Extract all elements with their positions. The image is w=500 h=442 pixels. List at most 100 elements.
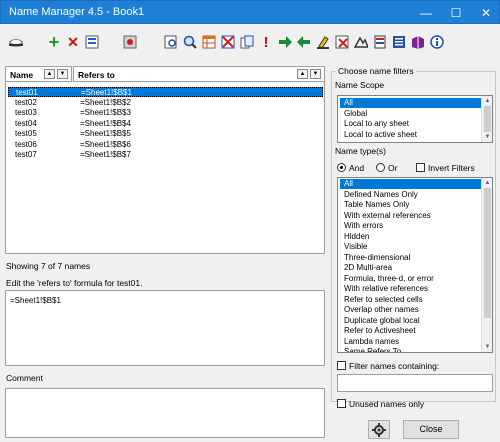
scroll-thumb[interactable] bbox=[484, 106, 491, 132]
sort-up-icon[interactable]: ▲ bbox=[297, 69, 308, 79]
scope-label: Name Scope bbox=[335, 80, 385, 90]
refers-to-cell: =Sheet1!$B$7 bbox=[80, 150, 131, 159]
scroll-up-icon[interactable]: ▲ bbox=[482, 178, 492, 188]
list-item[interactable]: Visible bbox=[340, 242, 481, 252]
sort-up-icon[interactable]: ▲ bbox=[44, 69, 55, 79]
toolbar: + ✕ ! bbox=[0, 24, 500, 64]
close-button[interactable]: Close bbox=[403, 420, 459, 439]
list-item[interactable]: Global bbox=[340, 109, 481, 119]
unused-names-label: Unused names only bbox=[349, 399, 425, 409]
title-bar: Name Manager 4.5 - Book1 — ☐ ✕ bbox=[0, 0, 500, 24]
info-icon[interactable] bbox=[427, 32, 447, 52]
arrow-left-icon[interactable] bbox=[294, 32, 314, 52]
scroll-up-icon[interactable]: ▲ bbox=[482, 96, 493, 106]
book-icon[interactable] bbox=[408, 32, 428, 52]
list-item[interactable]: Local to any sheet bbox=[340, 119, 481, 129]
list-item[interactable]: With external references bbox=[340, 211, 481, 221]
list-item[interactable]: Duplicate global local bbox=[340, 316, 481, 326]
gear-icon bbox=[372, 423, 386, 437]
showing-count: Showing 7 of 7 names bbox=[6, 261, 91, 271]
table-row[interactable]: test06 =Sheet1!$B$6 bbox=[8, 140, 323, 150]
scroll-down-icon[interactable]: ▼ bbox=[482, 342, 492, 352]
grid-x-icon[interactable] bbox=[218, 32, 238, 52]
filter-containing-checkbox[interactable] bbox=[337, 361, 346, 370]
refers-to-cell: =Sheet1!$B$6 bbox=[80, 139, 131, 149]
list-item[interactable]: Hidden bbox=[340, 232, 481, 242]
or-radio[interactable] bbox=[376, 163, 385, 172]
scope-scrollbar[interactable]: ▲ ▼ bbox=[481, 96, 492, 142]
list-item[interactable]: Three-dimensional bbox=[340, 253, 481, 263]
list-item[interactable]: Same Refers To bbox=[340, 347, 481, 352]
refers-to-cell: =Sheet1!$B$1 bbox=[81, 88, 132, 97]
table-row[interactable]: test01 =Sheet1!$B$1 bbox=[8, 87, 323, 97]
table-row[interactable]: test07 =Sheet1!$B$7 bbox=[8, 150, 323, 160]
list-item[interactable]: All bbox=[340, 179, 481, 189]
table-row[interactable]: test02 =Sheet1!$B$2 bbox=[8, 98, 323, 108]
scope-list[interactable]: ▲ ▼ All Global Local to any sheet Local to … bbox=[337, 95, 493, 143]
eye-glasses-icon[interactable] bbox=[6, 32, 26, 52]
scroll-thumb[interactable] bbox=[484, 188, 491, 318]
bug-icon[interactable] bbox=[120, 32, 140, 52]
chart-icon[interactable] bbox=[351, 32, 371, 52]
list-item[interactable]: Refer to selected cells bbox=[340, 295, 481, 305]
close-window-button[interactable]: ✕ bbox=[471, 1, 500, 25]
list-item[interactable]: Formula, three-d, or error bbox=[340, 274, 481, 284]
types-list[interactable]: ▲ ▼ All Defined Names Only Table Names Onl… bbox=[337, 177, 493, 353]
name-cell: test07 bbox=[15, 150, 37, 159]
names-list[interactable]: test01 =Sheet1!$B$1 test02 =Sheet1!$B$2 test… bbox=[5, 82, 325, 254]
list-item[interactable]: Lambda names bbox=[340, 337, 481, 347]
and-radio[interactable] bbox=[337, 163, 346, 172]
refers-to-cell: =Sheet1!$B$5 bbox=[80, 129, 131, 138]
column-header-name-label: Name bbox=[10, 70, 34, 80]
table-row[interactable]: test04 =Sheet1!$B$4 bbox=[8, 119, 323, 129]
copy-icon[interactable] bbox=[237, 32, 257, 52]
list-item[interactable]: With relative references bbox=[340, 284, 481, 294]
refers-to-value: =Sheet1!$B$1 bbox=[10, 296, 61, 305]
refers-to-editor[interactable]: =Sheet1!$B$1 bbox=[5, 290, 325, 366]
column-header-refers[interactable]: Refers to ▲ ▼ bbox=[73, 66, 325, 82]
name-cell: test02 bbox=[15, 97, 37, 107]
list-item[interactable]: Table Names Only bbox=[340, 200, 481, 210]
arrow-right-icon[interactable] bbox=[275, 32, 295, 52]
list-item[interactable]: Refer to Activesheet bbox=[340, 326, 481, 336]
comment-field[interactable] bbox=[5, 388, 325, 438]
name-cell: test05 bbox=[15, 129, 37, 138]
table-icon[interactable] bbox=[199, 32, 219, 52]
sort-down-icon[interactable]: ▼ bbox=[57, 69, 68, 79]
column-header-name[interactable]: Name ▲ ▼ bbox=[5, 66, 72, 82]
highlighter-icon[interactable] bbox=[313, 32, 333, 52]
refers-to-cell: =Sheet1!$B$4 bbox=[80, 118, 131, 128]
scroll-down-icon[interactable]: ▼ bbox=[482, 132, 493, 142]
filter-containing-input[interactable] bbox=[337, 374, 493, 392]
unused-names-checkbox[interactable] bbox=[337, 399, 346, 408]
list-item[interactable]: With errors bbox=[340, 221, 481, 231]
maximize-button[interactable]: ☐ bbox=[441, 1, 471, 25]
list-icon[interactable] bbox=[389, 32, 409, 52]
delete-name-icon[interactable]: ✕ bbox=[63, 32, 83, 52]
clear-icon[interactable] bbox=[332, 32, 352, 52]
table-row[interactable]: test05 =Sheet1!$B$5 bbox=[8, 129, 323, 139]
name-cell: test06 bbox=[15, 139, 37, 149]
minimize-button[interactable]: — bbox=[411, 1, 441, 25]
invert-filters-label: Invert Filters bbox=[428, 163, 475, 173]
types-scrollbar[interactable]: ▲ ▼ bbox=[481, 178, 492, 352]
settings-button[interactable] bbox=[368, 420, 390, 439]
sort-down-icon[interactable]: ▼ bbox=[310, 69, 321, 79]
document-icon[interactable] bbox=[370, 32, 390, 52]
list-item[interactable]: Defined Names Only bbox=[340, 190, 481, 200]
add-name-icon[interactable]: + bbox=[44, 32, 64, 52]
list-item[interactable]: Local to active sheet bbox=[340, 130, 481, 140]
edit-name-icon[interactable] bbox=[82, 32, 102, 52]
list-item[interactable]: 2D Multi-area bbox=[340, 263, 481, 273]
table-row[interactable]: test03 =Sheet1!$B$3 bbox=[8, 108, 323, 118]
exclamation-icon[interactable]: ! bbox=[256, 32, 276, 52]
zoom-icon[interactable] bbox=[180, 32, 200, 52]
or-label: Or bbox=[388, 163, 398, 173]
find-icon[interactable] bbox=[161, 32, 181, 52]
list-item[interactable]: Overlap other names bbox=[340, 305, 481, 315]
list-item[interactable]: All bbox=[340, 98, 481, 108]
filter-group-title: Choose name filters bbox=[336, 66, 416, 76]
invert-filters-checkbox[interactable] bbox=[416, 163, 425, 172]
edit-refers-label: Edit the 'refers to' formula for test01. bbox=[6, 278, 143, 288]
refers-to-cell: =Sheet1!$B$3 bbox=[80, 108, 131, 117]
